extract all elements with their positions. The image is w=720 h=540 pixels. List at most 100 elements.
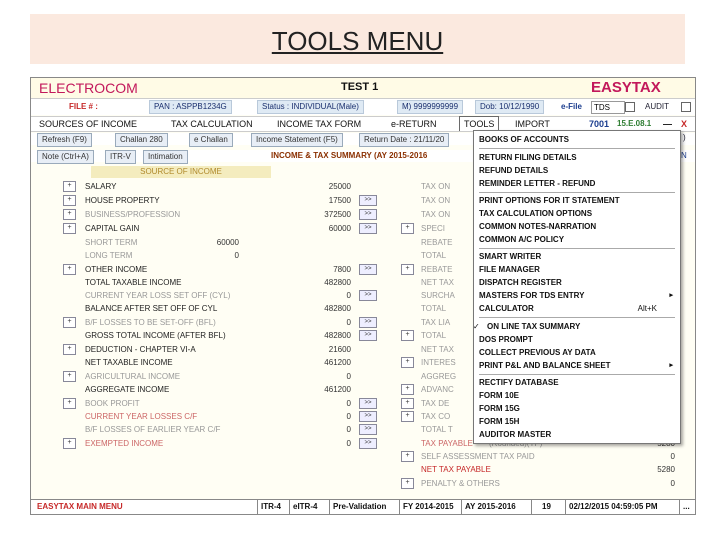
status-eitr: eITR-4	[289, 500, 317, 514]
menu-income-tax-form[interactable]: INCOME TAX FORM	[277, 117, 361, 131]
goto-cyl[interactable]: >>	[359, 290, 377, 301]
expand-house-property[interactable]: +	[63, 195, 76, 206]
menu-online-tax-summary[interactable]: ✓ ON LINE TAX SUMMARY	[473, 320, 675, 333]
income-statement-button[interactable]: Income Statement (F5)	[251, 133, 343, 147]
menu-tax-calculation[interactable]: TAX CALCULATION	[171, 117, 253, 131]
expand-capital-gain[interactable]: +	[63, 223, 76, 234]
menu-common-ac-policy[interactable]: COMMON A/C POLICY	[479, 233, 675, 246]
menu-form-15h[interactable]: FORM 15H	[479, 415, 675, 428]
expand-salary[interactable]: +	[63, 181, 76, 192]
menu-reminder-letter-refund[interactable]: REMINDER LETTER - REFUND	[479, 177, 675, 190]
tds-toggle[interactable]: TDS	[591, 101, 625, 114]
assessee-name: TEST 1	[341, 81, 379, 93]
goto-exempted[interactable]: >>	[359, 438, 377, 449]
challan-button[interactable]: Challan 280	[115, 133, 168, 147]
note-button[interactable]: Note (Ctrl+A)	[37, 150, 94, 164]
expand-agricultural[interactable]: +	[63, 371, 76, 382]
echallan-button[interactable]: e Challan	[189, 133, 233, 147]
expand-deduction[interactable]: +	[63, 344, 76, 355]
status-itr: ITR-4	[257, 500, 281, 514]
expand-book-profit[interactable]: +	[63, 398, 76, 409]
minimize-button[interactable]: —	[663, 117, 672, 131]
row-long-term-label: LONG TERM	[85, 251, 133, 260]
goto-other-income[interactable]: >>	[359, 264, 377, 275]
menu-tools[interactable]: TOOLS	[459, 116, 500, 131]
rc-label-17: TAX CO	[421, 412, 451, 421]
tax-payable-label: TAX PAYABLE	[421, 439, 473, 448]
menu-online-tax-summary-label: ON LINE TAX SUMMARY	[487, 322, 581, 331]
goto-gross-total[interactable]: >>	[359, 330, 377, 341]
menu-dos-prompt-label: DOS PROMPT	[479, 335, 533, 344]
menu-file-manager[interactable]: FILE MANAGER	[479, 263, 675, 276]
menu-smart-writer[interactable]: SMART WRITER	[479, 250, 675, 263]
expand-other-income[interactable]: +	[63, 264, 76, 275]
itrv-button[interactable]: ITR-V	[105, 150, 136, 164]
info-bar: FILE # : PAN : ASPPB1234G Status : INDIV…	[31, 99, 695, 115]
menu-rectify-database[interactable]: RECTIFY DATABASE	[479, 376, 675, 389]
menu-import[interactable]: IMPORT	[515, 117, 550, 131]
row-book-profit-label: BOOK PROFIT	[85, 399, 140, 408]
expand-special[interactable]: +	[401, 223, 414, 234]
status-main-menu[interactable]: EASYTAX MAIN MENU	[37, 500, 123, 514]
goto-business[interactable]: >>	[359, 209, 377, 220]
expand-tax-deducted[interactable]: +	[401, 398, 414, 409]
menu-form-10e[interactable]: FORM 10E	[479, 389, 675, 402]
menu-common-notes[interactable]: COMMON NOTES-NARRATION	[479, 220, 675, 233]
menu-refund-details[interactable]: REFUND DETAILS	[479, 164, 675, 177]
audit-checkbox[interactable]	[681, 102, 691, 112]
row-bfl-label: B/F LOSSES TO BE SET-OFF (BFL)	[85, 318, 216, 327]
goto-bf-losses[interactable]: >>	[359, 424, 377, 435]
expand-exempted[interactable]: +	[63, 438, 76, 449]
status-field: Status : INDIVIDUAL(Male)	[257, 100, 364, 114]
return-date-field: Return Date : 21/11/20	[359, 133, 450, 147]
expand-rebate[interactable]: +	[401, 264, 414, 275]
menu-sources-of-income[interactable]: SOURCES OF INCOME	[39, 117, 137, 131]
close-button[interactable]: X	[681, 117, 687, 131]
expand-penalty[interactable]: +	[401, 478, 414, 489]
menu-e-return[interactable]: e-RETURN	[391, 117, 437, 131]
row-business-label: BUSINESS/PROFESSION	[85, 210, 181, 219]
goto-cy-losses[interactable]: >>	[359, 411, 377, 422]
tools-dropdown-menu: BOOKS OF ACCOUNTS RETURN FILING DETAILS …	[473, 130, 681, 444]
menu-print-pl-balance-sheet[interactable]: PRINT P&L AND BALANCE SHEET ▸	[479, 359, 675, 372]
menu-return-filing-details[interactable]: RETURN FILING DETAILS	[479, 151, 675, 164]
status-prevalidation[interactable]: Pre-Validation	[329, 500, 386, 514]
refresh-button[interactable]: Refresh (F9)	[37, 133, 92, 147]
row-book-profit-value: 0	[346, 399, 351, 408]
row-total-taxable-value: 482800	[324, 278, 351, 287]
menu-calculator[interactable]: CALCULATOR Alt+K	[479, 302, 675, 315]
expand-bfl[interactable]: +	[63, 317, 76, 328]
efile-label[interactable]: e-File	[561, 102, 582, 111]
row-bf-losses-value: 0	[346, 425, 351, 434]
intimation-button[interactable]: Intimation	[143, 150, 188, 164]
menu-auditor-master[interactable]: AUDITOR MASTER	[479, 428, 675, 441]
mobile-field: M) 9999999999	[397, 100, 464, 114]
rc-label-2: TAX ON	[421, 210, 451, 219]
row-cyl-value: 0	[346, 291, 351, 300]
goto-capital-gain[interactable]: >>	[359, 223, 377, 234]
row-short-term-value: 60000	[216, 238, 239, 247]
expand-self-assessment[interactable]: +	[401, 451, 414, 462]
expand-interest[interactable]: +	[401, 357, 414, 368]
goto-house-property[interactable]: >>	[359, 195, 377, 206]
goto-book-profit[interactable]: >>	[359, 398, 377, 409]
expand-tax-collected[interactable]: +	[401, 411, 414, 422]
source-of-income-header: SOURCE OF INCOME	[91, 166, 271, 178]
menu-form-15g[interactable]: FORM 15G	[479, 402, 675, 415]
expand-total[interactable]: +	[401, 330, 414, 341]
rc-label-8: SURCHA	[421, 291, 455, 300]
menu-tax-calculation-options[interactable]: TAX CALCULATION OPTIONS	[479, 207, 675, 220]
menu-print-options[interactable]: PRINT OPTIONS FOR IT STATEMENT	[479, 194, 675, 207]
menu-collect-previous-ay[interactable]: COLLECT PREVIOUS AY DATA	[479, 346, 675, 359]
menu-masters-for-tds[interactable]: MASTERS FOR TDS ENTRY ▸	[479, 289, 675, 302]
expand-advance[interactable]: +	[401, 384, 414, 395]
row-capital-gain-value: 60000	[328, 224, 351, 233]
menu-dos-prompt[interactable]: DOS PROMPT	[479, 333, 675, 346]
self-assessment-label: SELF ASSESSMENT TAX PAID	[421, 452, 535, 461]
menu-dispatch-register[interactable]: DISPATCH REGISTER	[479, 276, 675, 289]
tds-checkbox[interactable]	[625, 102, 635, 112]
goto-bfl[interactable]: >>	[359, 317, 377, 328]
menu-books-of-accounts[interactable]: BOOKS OF ACCOUNTS	[479, 133, 675, 146]
expand-business[interactable]: +	[63, 209, 76, 220]
row-agricultural-value: 0	[346, 372, 351, 381]
